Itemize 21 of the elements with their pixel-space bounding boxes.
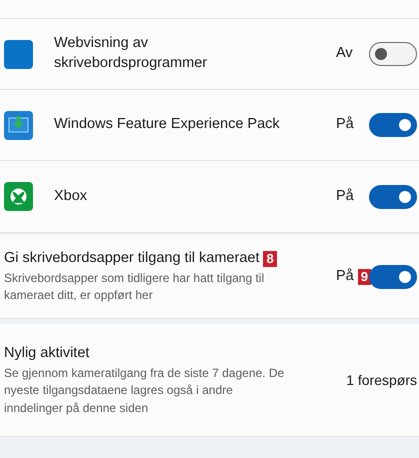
callout-marker: 8 [263,251,277,268]
app-name: Xbox [54,186,88,206]
toggle-switch[interactable] [369,113,417,137]
setting-title: Nylig aktivitet [4,344,90,364]
status-label: På [336,186,355,206]
status-label: Av [336,44,354,64]
toggle-switch[interactable] [369,42,417,66]
download-icon [4,110,33,140]
app-name: Webvisning av skrivebordsprogrammer [54,34,208,73]
xbox-icon [4,182,33,211]
request-count: 1 forespørs [346,370,417,390]
app-icon [4,40,33,68]
status-label: På [336,266,354,286]
toggle-switch[interactable] [369,264,417,288]
callout-marker: 9 [358,268,371,284]
toggle-switch[interactable] [369,184,417,208]
app-name: Windows Feature Experience Pack [54,115,281,134]
setting-description: Skrivebordsapper som tidligere har hatt tilgang til kameraet ditt, er oppført her [4,270,266,304]
setting-description: Se gjennom kameratilgang fra de siste 7 dagene. De nyeste tilgangsdataene lagres også i andre inndelinger på denne siden [4,364,286,417]
setting-title: Gi skrivebordsapper tilgang til kameraet [4,249,260,268]
status-label: På [336,115,355,134]
